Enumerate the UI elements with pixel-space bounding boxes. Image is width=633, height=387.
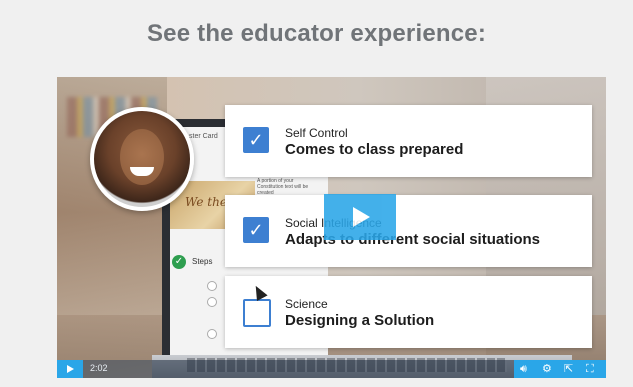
big-play-button[interactable] [324,194,396,240]
settings-gear-icon[interactable]: ⚙ [542,362,552,376]
share-icon[interactable]: ⇱ [564,362,573,376]
skill-card-social-intelligence: ✓ Social Intelligence Adapts to differen… [225,195,592,267]
card-title: Designing a Solution [285,312,435,329]
student-avatar [90,107,194,211]
radio-option [207,297,217,307]
checked-checkbox-icon: ✓ [243,127,269,153]
play-icon [67,365,74,373]
screen-document-text: A portion of your Constitution text will… [257,178,309,196]
fullscreen-icon[interactable]: ⛶ [586,362,594,376]
radio-option [207,281,217,291]
skill-card-self-control: ✓ Self Control Comes to class prepared [225,105,592,177]
skill-card-science: Science Designing a Solution [225,276,592,348]
empty-checkbox-icon [243,299,271,327]
steps-check-icon: ✓ [172,255,186,269]
card-category: Self Control [285,126,348,140]
video-time: 2:02 [90,363,108,373]
steps-label: Steps [192,257,213,266]
volume-icon[interactable]: 🔊︎ [520,362,527,376]
avatar-face [120,129,164,185]
controls-right-group: 🔊︎ ⚙ ⇱ ⛶ [514,360,606,378]
checked-checkbox-icon: ✓ [243,217,269,243]
video-controls-bar: 2:02 🔊︎ ⚙ ⇱ ⛶ [57,360,606,378]
video-player[interactable]: ster Card We the People A portion of you… [57,77,606,378]
screen-card-label: ster Card [189,133,218,140]
radio-option [207,329,217,339]
page-title: See the educator experience: [146,20,487,47]
play-button[interactable] [57,360,83,378]
card-category: Science [285,297,328,311]
play-icon [353,207,370,227]
card-title: Comes to class prepared [285,141,464,158]
